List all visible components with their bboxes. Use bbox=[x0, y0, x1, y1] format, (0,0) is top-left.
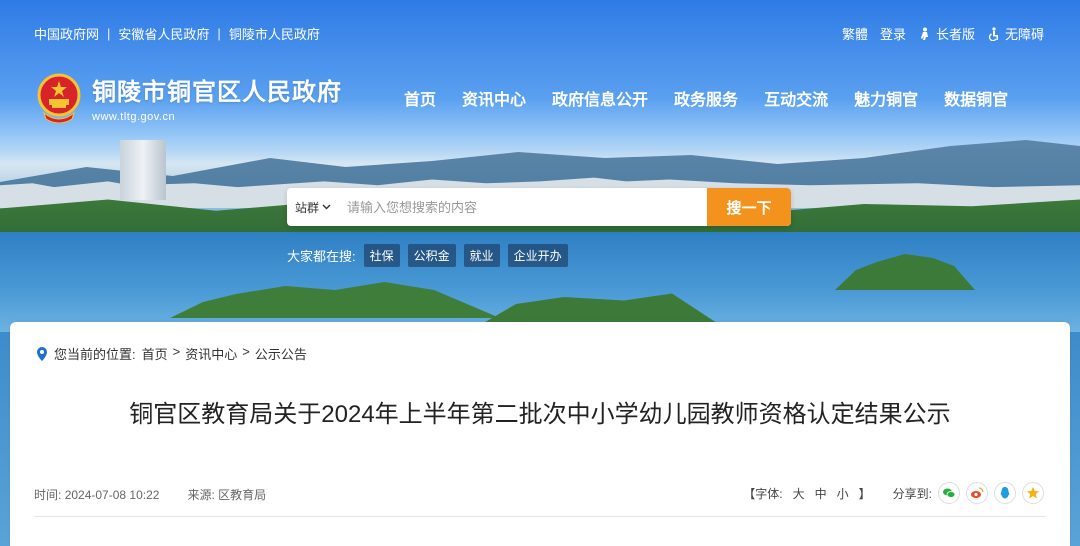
nav-item-data[interactable]: 数据铜官 bbox=[944, 86, 1008, 110]
article-source: 区教育局 bbox=[218, 488, 267, 502]
time-label: 时间: bbox=[34, 488, 62, 502]
breadcrumb-separator: > bbox=[172, 344, 181, 359]
accessibility-icon bbox=[988, 26, 998, 41]
breadcrumb-announcements[interactable]: 公示公告 bbox=[255, 344, 307, 363]
breadcrumb-label: 您当前的位置: bbox=[54, 347, 136, 362]
hot-searches: 大家都在搜: 社保 公积金 就业 企业开办 bbox=[287, 244, 568, 267]
nav-item-news[interactable]: 资讯中心 bbox=[462, 86, 526, 110]
elder-mode-link[interactable]: 长者版 bbox=[918, 24, 975, 43]
site-title: 铜陵市铜官区人民政府 bbox=[92, 80, 342, 106]
search-scope-label: 站群 bbox=[294, 200, 319, 215]
article-tools: 【字体: 大 中 小 】 分享到: bbox=[743, 482, 1044, 504]
hot-tag-social-security[interactable]: 社保 bbox=[363, 244, 400, 267]
landmark-tower bbox=[120, 140, 166, 200]
elder-mode-label: 长者版 bbox=[935, 27, 975, 42]
separator: | bbox=[107, 26, 111, 41]
breadcrumb-news[interactable]: 资讯中心 bbox=[185, 344, 237, 363]
utility-toolbar: 繁體 登录 长者版 无障碍 bbox=[842, 24, 1044, 43]
search-bar: 站群 搜一下 bbox=[287, 188, 791, 226]
breadcrumb-home[interactable]: 首页 bbox=[142, 344, 168, 363]
hot-search-label: 大家都在搜: bbox=[287, 249, 356, 264]
font-size-medium[interactable]: 中 bbox=[815, 485, 827, 502]
search-button[interactable]: 搜一下 bbox=[707, 188, 791, 226]
nav-item-home[interactable]: 首页 bbox=[404, 86, 436, 110]
qzone-share-icon[interactable] bbox=[1022, 482, 1044, 504]
nav-item-charm[interactable]: 魅力铜官 bbox=[854, 86, 918, 110]
article-title: 铜官区教育局关于2024年上半年第二批次中小学幼儿园教师资格认定结果公示 bbox=[129, 401, 951, 428]
weibo-share-icon[interactable] bbox=[966, 482, 988, 504]
site-url: www.tltg.gov.cn bbox=[92, 111, 176, 123]
share-label: 分享到: bbox=[892, 486, 932, 501]
font-size-close: 】 bbox=[858, 486, 871, 501]
link-gov-cn[interactable]: 中国政府网 bbox=[34, 24, 99, 43]
top-links: 中国政府网 | 安徽省人民政府 | 铜陵市人民政府 bbox=[34, 24, 320, 43]
main-nav: 首页 资讯中心 政府信息公开 政务服务 互动交流 魅力铜官 数据铜官 bbox=[404, 86, 1008, 110]
hot-tag-employment[interactable]: 就业 bbox=[463, 244, 500, 267]
nav-item-interaction[interactable]: 互动交流 bbox=[764, 86, 828, 110]
font-size-label: 【字体: bbox=[743, 486, 783, 501]
login-link[interactable]: 登录 bbox=[880, 24, 906, 43]
elder-icon bbox=[920, 27, 928, 40]
publish-time: 2024-07-08 10:22 bbox=[64, 488, 160, 502]
nav-item-info-disclosure[interactable]: 政府信息公开 bbox=[552, 86, 648, 110]
separator: | bbox=[217, 26, 221, 41]
qq-share-icon[interactable] bbox=[994, 482, 1016, 504]
hot-tag-housing-fund[interactable]: 公积金 bbox=[407, 244, 456, 267]
search-input[interactable] bbox=[339, 188, 707, 226]
font-size-controls: 【字体: 大 中 小 】 bbox=[743, 485, 870, 502]
national-emblem-icon bbox=[37, 73, 81, 123]
traditional-chinese-link[interactable]: 繁體 bbox=[842, 24, 868, 43]
font-size-large[interactable]: 大 bbox=[793, 485, 805, 502]
article-meta: 时间: 2024-07-08 10:22 来源: 区教育局 bbox=[34, 486, 266, 503]
location-pin-icon bbox=[37, 346, 47, 361]
wechat-share-icon[interactable] bbox=[938, 482, 960, 504]
nav-item-services[interactable]: 政务服务 bbox=[674, 86, 738, 110]
meta-divider bbox=[34, 516, 1046, 517]
chevron-down-icon bbox=[322, 204, 331, 210]
font-size-small[interactable]: 小 bbox=[837, 485, 849, 502]
hot-tag-business-setup[interactable]: 企业开办 bbox=[507, 244, 568, 267]
content-card: 您当前的位置: 首页 > 资讯中心 > 公示公告 铜官区教育局关于2024年上半… bbox=[10, 322, 1070, 546]
link-tongling-gov[interactable]: 铜陵市人民政府 bbox=[229, 24, 320, 43]
accessibility-link[interactable]: 无障碍 bbox=[987, 24, 1044, 43]
search-scope-select[interactable]: 站群 bbox=[287, 188, 339, 226]
source-label: 来源: bbox=[187, 488, 215, 502]
site-logo[interactable]: 铜陵市铜官区人民政府 www.tltg.gov.cn bbox=[36, 72, 342, 123]
breadcrumb: 您当前的位置: 首页 > 资讯中心 > 公示公告 bbox=[36, 344, 307, 363]
accessibility-label: 无障碍 bbox=[1004, 27, 1044, 42]
link-anhui-gov[interactable]: 安徽省人民政府 bbox=[118, 24, 209, 43]
breadcrumb-separator: > bbox=[242, 344, 250, 359]
